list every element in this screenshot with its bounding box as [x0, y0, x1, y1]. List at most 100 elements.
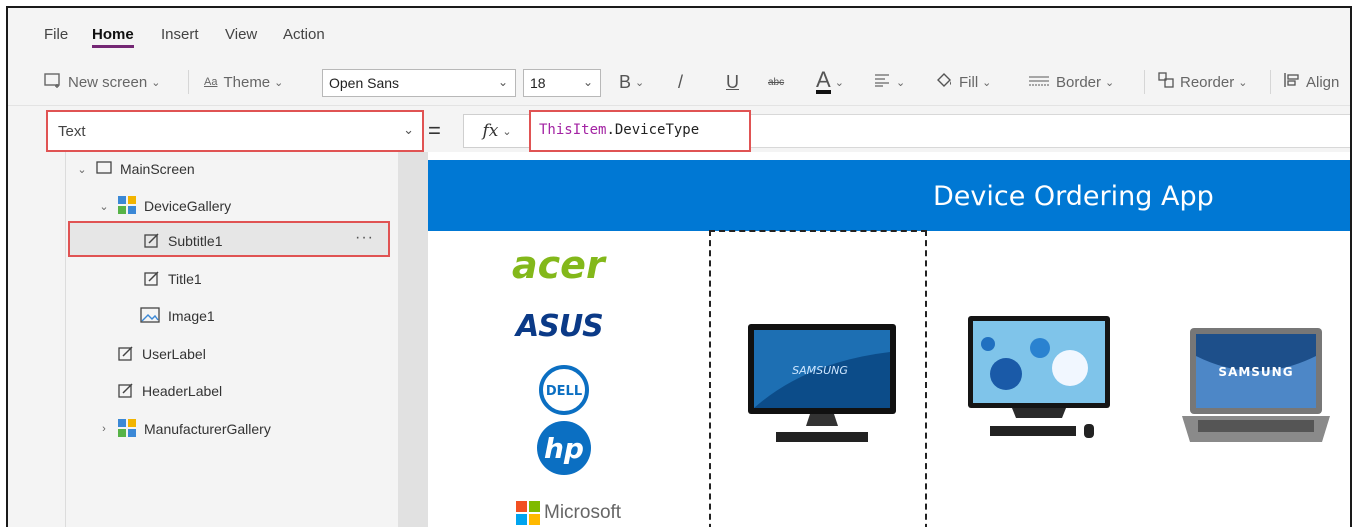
chevron-down-icon: ⌄ [502, 124, 512, 138]
toolbar-divider [188, 70, 189, 94]
chevron-down-icon[interactable]: ⌄ [74, 163, 90, 176]
font-color-button[interactable]: A ⌄ [816, 58, 844, 106]
fill-label: Fill [959, 73, 979, 91]
ribbon-toolbar: New screen ⌄ Aa Theme ⌄ Open Sans ⌄ 18 ⌄… [8, 58, 1350, 106]
app-canvas: Device Ordering App acer ASUS DELL hp Mi… [428, 152, 1350, 527]
fill-button[interactable]: Fill ⌄ [935, 58, 991, 106]
bold-button[interactable]: B ⌄ [619, 58, 644, 106]
align-button[interactable]: Align [1284, 58, 1339, 106]
asus-logo-text: ASUS [514, 309, 603, 342]
reorder-icon [1158, 72, 1174, 92]
chevron-down-icon[interactable]: ⌄ [96, 200, 112, 213]
tree-item-label: MainScreen [120, 161, 195, 177]
tree-item-devicegallery[interactable]: ⌄ DeviceGallery [96, 191, 231, 221]
fx-button[interactable]: fx ⌄ [463, 114, 531, 148]
paint-bucket-icon [935, 72, 953, 92]
formula-text: ThisItem.DeviceType [539, 122, 699, 138]
samsung-screen-text: SAMSUNG [792, 364, 848, 377]
tree-item-mainscreen[interactable]: ⌄ MainScreen [74, 154, 195, 184]
chevron-down-icon: ⌄ [274, 76, 284, 89]
tree-item-label: DeviceGallery [144, 198, 232, 214]
app-header: Device Ordering App [428, 160, 1350, 231]
border-style-icon [1028, 74, 1050, 91]
menu-insert[interactable]: Insert [161, 26, 199, 43]
tree-item-subtitle1[interactable]: Subtitle1 [144, 226, 222, 256]
strikethrough-button[interactable]: abc [768, 58, 784, 106]
chevron-down-icon: ⌄ [582, 75, 593, 89]
font-color-label: A [816, 67, 831, 94]
more-options-icon[interactable]: ··· [355, 229, 374, 247]
bold-label: B [619, 71, 632, 92]
reorder-button[interactable]: Reorder ⌄ [1158, 58, 1247, 106]
label-icon [144, 232, 160, 251]
app-title: Device Ordering App [933, 181, 1214, 212]
samsung-laptop-text: SAMSUNG [1218, 365, 1293, 379]
new-screen-label: New screen [68, 73, 148, 91]
border-label: Border [1056, 73, 1102, 91]
new-screen-button[interactable]: New screen ⌄ [44, 58, 160, 106]
formula-property: .DeviceType [606, 122, 700, 138]
chevron-right-icon[interactable]: › [96, 423, 112, 435]
menu-view[interactable]: View [225, 26, 257, 43]
tree-item-label: Subtitle1 [168, 233, 223, 249]
chevron-down-icon: ⌄ [834, 76, 844, 89]
formula-input-extension[interactable] [751, 114, 1350, 148]
panel-splitter[interactable] [398, 152, 428, 527]
menu-bar: File Home Insert View Action [8, 8, 1350, 58]
property-value: Text [58, 123, 86, 140]
tree-item-label: HeaderLabel [142, 383, 223, 399]
align-label: Align [1306, 73, 1340, 91]
dell-logo[interactable]: DELL [538, 364, 590, 421]
dell-logo-text: DELL [546, 384, 582, 399]
tree-gutter [8, 152, 66, 527]
device-image-samsung-aio[interactable]: SAMSUNG [746, 322, 898, 451]
tree-item-userlabel[interactable]: UserLabel [118, 339, 206, 369]
theme-icon: Aa [204, 76, 218, 88]
align-left-icon [1284, 72, 1300, 92]
italic-button[interactable]: / [678, 58, 683, 106]
asus-logo[interactable]: ASUS [514, 308, 624, 347]
label-icon [118, 345, 134, 364]
chevron-down-icon: ⌄ [982, 76, 992, 89]
chevron-down-icon: ⌄ [497, 75, 508, 89]
menu-action[interactable]: Action [283, 26, 325, 43]
font-size-select[interactable]: 18 ⌄ [523, 69, 601, 97]
microsoft-squares-icon [516, 501, 540, 525]
menu-file[interactable]: File [44, 26, 68, 43]
new-screen-icon [44, 72, 62, 92]
theme-button[interactable]: Aa Theme ⌄ [204, 58, 283, 106]
text-align-button[interactable]: ⌄ [874, 58, 905, 106]
property-dropdown[interactable]: Text ⌄ [46, 110, 424, 152]
tree-item-manufacturergallery[interactable]: › ManufacturerGallery [96, 414, 271, 444]
microsoft-logo-text: Microsoft [544, 502, 622, 523]
tree-item-title1[interactable]: Title1 [144, 264, 202, 294]
microsoft-logo[interactable]: Microsoft [516, 501, 621, 525]
acer-logo-text: acer [512, 246, 607, 287]
font-size-value: 18 [530, 75, 546, 91]
tree-item-image1[interactable]: Image1 [140, 301, 215, 331]
font-family-value: Open Sans [329, 75, 400, 91]
label-icon [118, 382, 134, 401]
chevron-down-icon: ⌄ [403, 122, 414, 137]
hp-logo-text: hp [544, 432, 584, 465]
tree-item-label: UserLabel [142, 346, 206, 362]
equals-sign: = [428, 118, 441, 143]
border-button[interactable]: Border ⌄ [1028, 58, 1114, 106]
gallery-icon [118, 418, 136, 440]
font-family-select[interactable]: Open Sans ⌄ [322, 69, 516, 97]
selected-tree-row[interactable]: ··· [68, 221, 390, 257]
underline-button[interactable]: U [726, 58, 739, 106]
device-image-samsung-laptop[interactable]: SAMSUNG [1176, 326, 1336, 451]
menu-home[interactable]: Home [92, 26, 134, 48]
device-image-aio-spheres[interactable] [966, 314, 1112, 449]
tree-item-label: Image1 [168, 308, 215, 324]
screen-icon [96, 161, 112, 177]
formula-input[interactable]: ThisItem.DeviceType [529, 110, 751, 152]
chevron-down-icon: ⌄ [1238, 76, 1248, 89]
gallery-icon [118, 195, 136, 217]
tree-item-headerlabel[interactable]: HeaderLabel [118, 376, 222, 406]
acer-logo[interactable]: acer [510, 243, 622, 293]
tree-item-label: ManufacturerGallery [144, 421, 271, 437]
hp-logo[interactable]: hp [536, 420, 592, 481]
theme-label: Theme [223, 73, 271, 91]
